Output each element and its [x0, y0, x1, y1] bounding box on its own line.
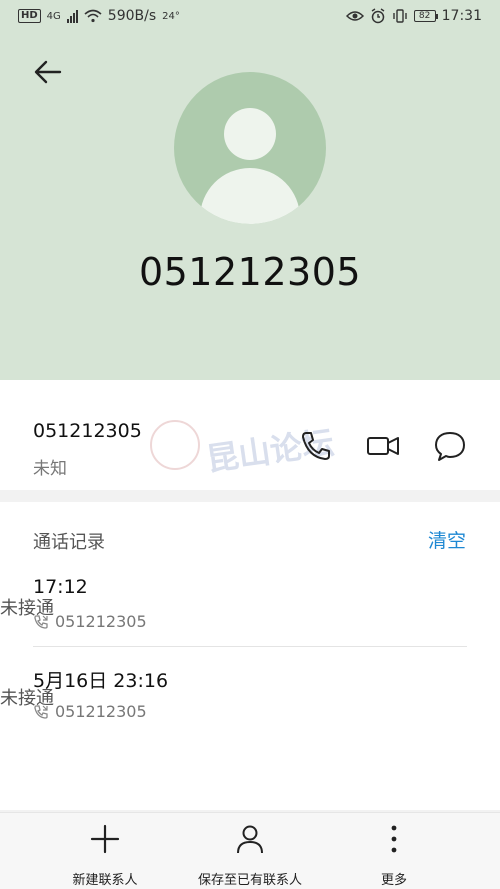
battery-icon: 82: [413, 10, 438, 22]
network-type: 4G: [46, 10, 61, 22]
save-to-existing-label: 保存至已有联系人: [197, 873, 302, 888]
alarm-icon: [371, 8, 385, 24]
avatar: [174, 72, 326, 224]
seal-icon: [150, 420, 200, 470]
phone-call-icon[interactable]: [298, 428, 334, 464]
more-label: 更多: [380, 873, 407, 888]
more-vertical-icon: [391, 825, 397, 853]
temperature: 24°: [162, 10, 180, 22]
clock: 17:31: [441, 8, 482, 24]
contact-card: 051212305 未知 昆山论坛: [0, 380, 500, 490]
contact-number: 051212305: [33, 420, 142, 442]
vibrate-icon: [392, 9, 407, 23]
back-arrow-icon[interactable]: [30, 56, 70, 88]
avatar-head: [224, 108, 276, 160]
save-to-existing-button[interactable]: 保存至已有联系人: [186, 823, 314, 888]
video-call-icon[interactable]: [365, 428, 401, 464]
contact-location: 未知: [33, 459, 67, 479]
call-log-row[interactable]: 17:12 051212305 未接通: [0, 566, 500, 654]
call-log-row[interactable]: 5月16日 23:16 051212305 未接通: [0, 656, 500, 744]
page-title: 051212305: [138, 250, 362, 294]
network-speed: 590B/s: [107, 8, 157, 24]
more-button[interactable]: 更多: [364, 823, 424, 888]
header-area: HD 4G 590B/s 24° 82 17:31 051212305: [0, 0, 500, 380]
new-contact-button[interactable]: 新建联系人: [62, 823, 148, 888]
status-bar: HD 4G 590B/s 24° 82 17:31: [0, 0, 500, 34]
call-log-header: 通话记录: [33, 532, 105, 553]
call-status: 未接通: [0, 688, 54, 709]
new-contact-label: 新建联系人: [72, 873, 138, 888]
signal-icon: [66, 9, 78, 23]
divider: [33, 646, 467, 647]
wifi-icon: [84, 9, 102, 23]
person-icon: [237, 825, 263, 854]
avatar-body: [200, 168, 300, 224]
hd-badge: HD: [18, 9, 41, 23]
plus-icon: [90, 824, 120, 854]
call-log-section: 通话记录 清空 17:12 051212305 未接通 5月16日 23:16 …: [0, 502, 500, 810]
eye-icon: [345, 11, 364, 21]
bottom-action-bar: 新建联系人 保存至已有联系人 更多: [0, 812, 500, 889]
message-icon[interactable]: [432, 428, 468, 464]
call-status: 未接通: [0, 598, 54, 619]
clear-button[interactable]: 清空: [428, 526, 466, 553]
